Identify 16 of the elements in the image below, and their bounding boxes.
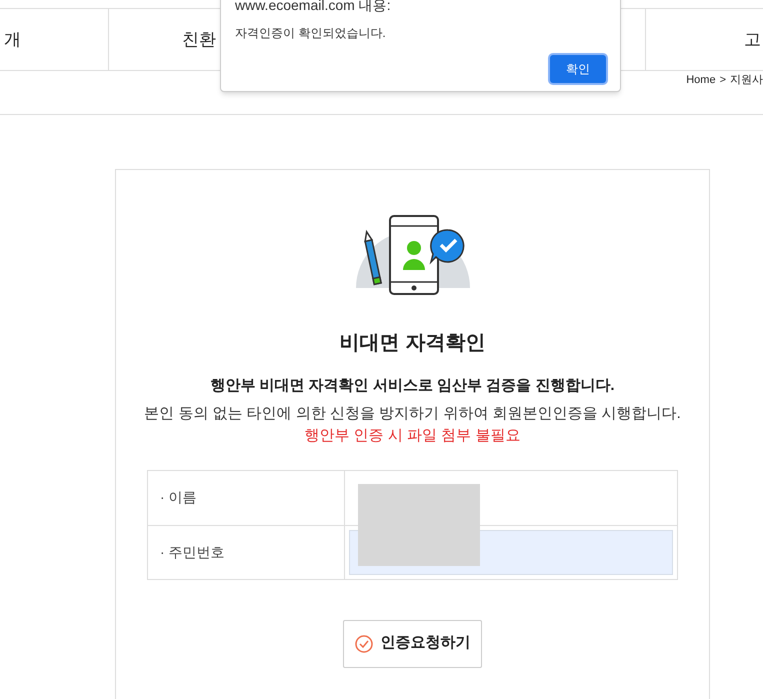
check-circle-icon	[354, 634, 372, 652]
nav-item[interactable]: 친환	[182, 26, 216, 52]
breadcrumb-separator: >	[720, 72, 726, 88]
submit-button[interactable]: 인증요청하기	[343, 620, 482, 668]
card-title: 비대면 자격확인	[340, 331, 486, 356]
confirm-button[interactable]: 확인	[550, 55, 606, 83]
nav-item[interactable]: 고	[744, 26, 761, 52]
nav-item[interactable]: 개	[4, 26, 21, 52]
lead-text: 행안부 비대면 자격확인 서비스로 임산부 검증을 진행합니다.	[210, 376, 615, 396]
field-label: · 이름	[160, 488, 197, 507]
description-text: 본인 동의 없는 타인에 의한 신청을 방지하기 위하여 회원본인인증을 시행합니다.	[144, 404, 681, 424]
breadcrumb-link[interactable]: Home	[686, 72, 716, 88]
dialog-message: 자격인증이 확인되었습니다.	[235, 25, 387, 42]
breadcrumb-link[interactable]: 지원사	[730, 72, 763, 88]
field-label: · 주민번호	[160, 542, 225, 562]
notice-text: 행안부 인증 시 파일 첨부 불필요	[304, 426, 520, 446]
